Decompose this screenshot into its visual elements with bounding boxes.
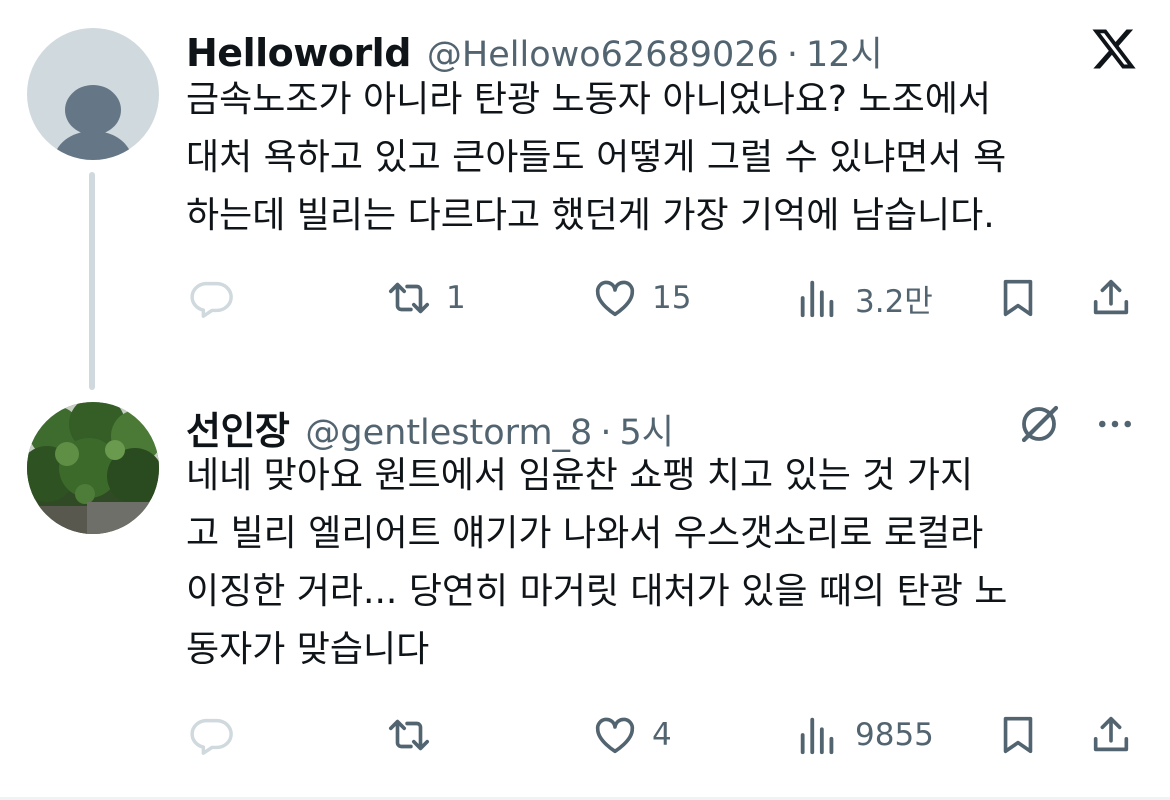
x-logo-icon <box>1090 25 1138 73</box>
like-count: 4 <box>652 717 672 753</box>
views-icon <box>800 717 834 755</box>
views-button[interactable]: 3.2만 <box>795 268 933 328</box>
views-count: 9855 <box>855 717 934 753</box>
bookmark-button[interactable] <box>995 705 1041 765</box>
separator-dot: · <box>786 35 798 75</box>
default-profile-icon <box>27 28 159 160</box>
reply-button[interactable] <box>188 705 248 765</box>
like-count: 15 <box>652 280 692 316</box>
share-icon <box>1093 716 1129 752</box>
views-icon <box>800 280 834 318</box>
display-name[interactable]: Helloworld <box>186 31 411 75</box>
views-button[interactable]: 9855 <box>795 705 934 765</box>
tweet-text: 금속노조가 아니라 탄광 노동자 아니었나요? 노조에서 대처 욕하고 있고 큰… <box>186 79 1007 236</box>
tweet-text: 네네 맞아요 원트에서 임윤찬 쇼팽 치고 있는 것 가지 고 빌리 엘리어트 … <box>186 455 1008 670</box>
tweet-header: Helloworld @Hellowo62689026 · 12시 <box>186 26 883 77</box>
retweet-button[interactable]: 1 <box>386 268 466 328</box>
more-dots-icon[interactable] <box>1093 404 1137 444</box>
retweet-count: 1 <box>446 280 466 316</box>
bookmark-icon <box>1003 716 1033 754</box>
avatar[interactable] <box>27 28 159 160</box>
heart-icon <box>595 717 635 754</box>
grok-icon[interactable] <box>1015 400 1063 448</box>
reply-icon <box>190 281 233 318</box>
views-count: 3.2만 <box>855 283 933 320</box>
share-icon <box>1093 279 1129 315</box>
user-handle[interactable]: @Hellowo62689026 <box>427 35 779 75</box>
action-bar: 4 9855 <box>0 705 1170 765</box>
like-button[interactable]: 4 <box>592 705 672 765</box>
avatar[interactable] <box>27 402 159 534</box>
reply-icon <box>190 718 233 755</box>
share-button[interactable] <box>1088 268 1134 328</box>
heart-icon <box>595 280 635 317</box>
timestamp[interactable]: 12시 <box>806 26 883 77</box>
share-button[interactable] <box>1088 705 1134 765</box>
bookmark-button[interactable] <box>995 268 1041 328</box>
retweet-button[interactable] <box>386 705 446 765</box>
retweet-icon <box>388 719 430 751</box>
retweet-icon <box>388 282 430 314</box>
reply-button[interactable] <box>188 268 248 328</box>
action-bar: 1 15 3.2만 <box>0 268 1170 328</box>
like-button[interactable]: 15 <box>592 268 691 328</box>
bookmark-icon <box>1003 279 1033 317</box>
foliage-photo <box>27 402 159 534</box>
